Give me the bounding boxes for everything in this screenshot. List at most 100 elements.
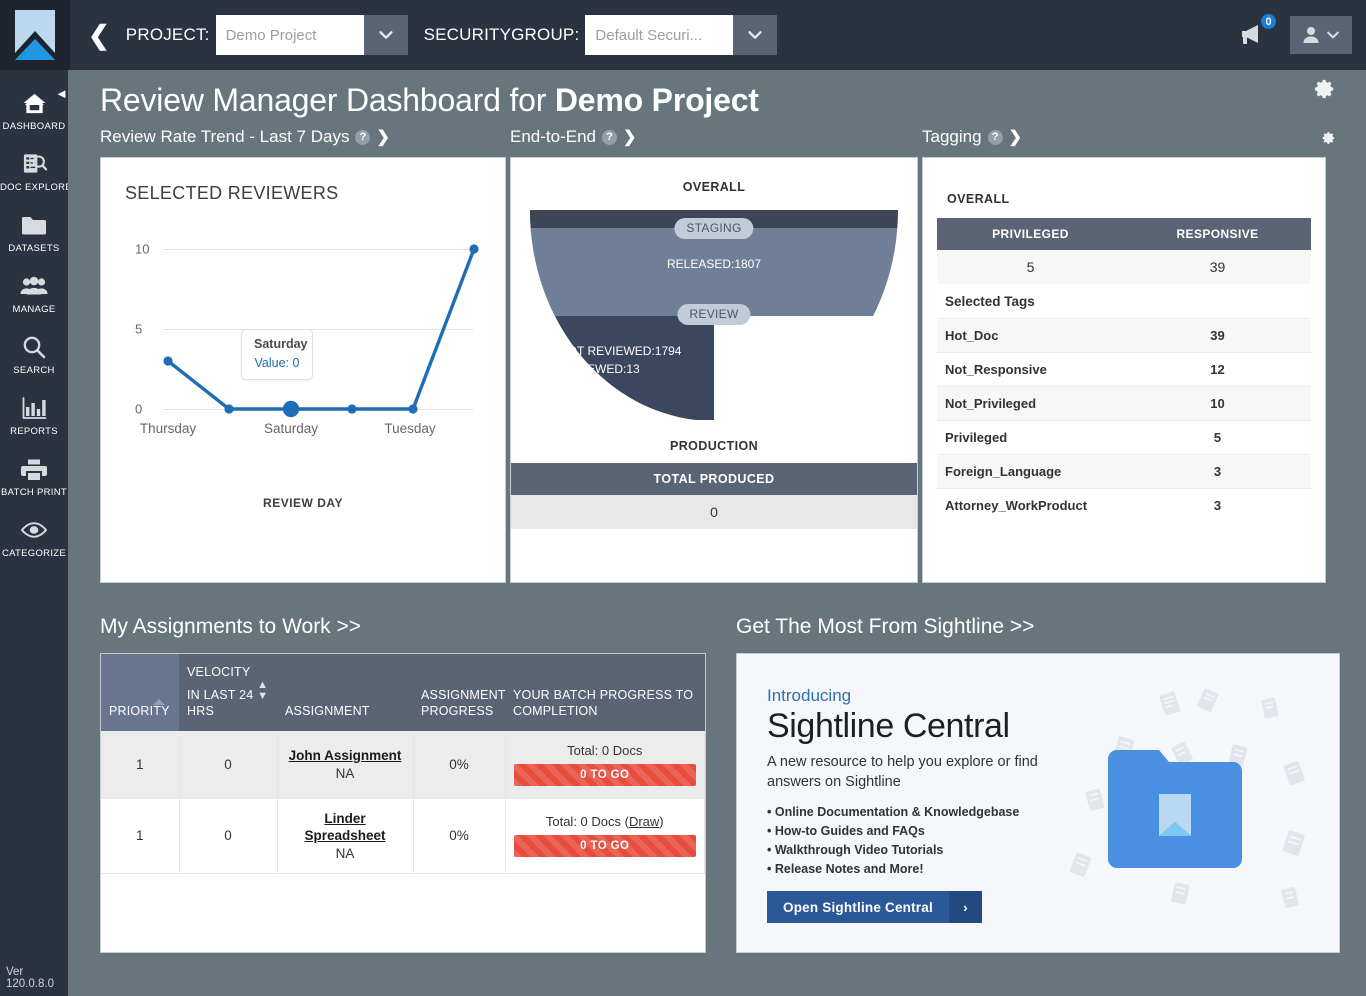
tag-name: Hot_Doc: [937, 318, 1124, 353]
panel-title: Tagging: [922, 127, 982, 146]
open-sightline-central-button[interactable]: Open Sightline Central ›: [767, 891, 982, 923]
tooltip-value: Value: 0: [254, 356, 300, 370]
securitygroup-dropdown-chevron-down-icon[interactable]: [733, 15, 778, 55]
x-axis-tick: Tuesday: [384, 421, 436, 436]
app-logo[interactable]: [0, 0, 70, 70]
priority-value: 1: [101, 798, 180, 874]
column-header-assignment[interactable]: ASSIGNMENT: [277, 654, 413, 731]
securitygroup-selector[interactable]: [585, 15, 778, 55]
sidebar-item-label: DOC EXPLORER: [0, 182, 80, 193]
tag-count: 3: [1124, 488, 1311, 522]
reviewed-value: REVIEWED:13: [559, 362, 640, 376]
blue-folder-bookmark-icon: [1069, 688, 1305, 909]
tag-name: Not_Privileged: [937, 386, 1124, 421]
back-button[interactable]: ❮: [88, 22, 110, 48]
privileged-value: PRIVILEGED: 5: [730, 362, 816, 376]
assignments-card: PRIORITY VELOCITY IN LAST 24 ▲ ▼ HRS ASSI…: [100, 653, 706, 953]
panel-title: Review Rate Trend - Last 7 Days: [100, 127, 350, 146]
sidebar-item-label: BATCH PRINT: [1, 487, 67, 498]
assignment-link[interactable]: John Assignment: [289, 748, 402, 765]
end-to-end-funnel: STAGING RELEASED:1807 REVIEW NOT REVIEWE…: [530, 210, 898, 421]
expand-chevron-right-icon[interactable]: ❯: [376, 127, 389, 147]
draw-link[interactable]: Draw: [629, 814, 659, 829]
eye-icon: [0, 517, 68, 543]
help-icon[interactable]: ?: [602, 129, 617, 145]
assignment-link[interactable]: Linder Spreadsheet: [286, 811, 405, 845]
production-label: PRODUCTION: [669, 439, 759, 453]
promo-title: Sightline Central: [767, 707, 1010, 745]
sidebar-item-doc-explorer[interactable]: DOC EXPLORER: [0, 141, 80, 202]
users-icon: [0, 273, 68, 299]
page-title-prefix: Review Manager Dashboard for: [100, 82, 555, 118]
assignment-progress-value: 0%: [413, 731, 506, 799]
batch-togo-badge[interactable]: 0 TO GO: [513, 835, 696, 858]
sidebar-collapse-chevron-left-icon[interactable]: ◄: [55, 86, 68, 101]
batch-total-text: Total: 0 Docs (: [545, 814, 629, 830]
batch-progress-cell: Total: 0 Docs (Draw) 0 TO GO: [505, 798, 705, 874]
sidebar-item-reports[interactable]: REPORTS: [0, 385, 68, 446]
batch-total-label: Total: 0 Docs: [567, 743, 643, 758]
assignment-sub: NA: [335, 845, 355, 861]
column-header-responsive[interactable]: RESPONSIVE: [1124, 218, 1311, 250]
sidebar-item-categorize[interactable]: CATEGORIZE: [0, 507, 68, 568]
velocity-line1: VELOCITY: [187, 665, 251, 679]
column-header-assignment-progress[interactable]: ASSIGNMENT PROGRESS: [413, 654, 505, 731]
project-input[interactable]: [215, 15, 364, 55]
sidebar-item-datasets[interactable]: DATASETS: [0, 202, 68, 263]
selected-tags-label: Selected Tags: [945, 294, 1035, 309]
assignment-cell: John Assignment NA: [277, 731, 414, 799]
user-menu-button[interactable]: [1290, 16, 1352, 54]
folder-icon: [0, 212, 68, 238]
table-row: 5 39: [937, 250, 1311, 284]
help-icon[interactable]: ?: [355, 129, 371, 145]
sidebar-item-batch-print[interactable]: BATCH PRINT: [0, 446, 68, 507]
sidebar-item-label: DATASETS: [8, 243, 60, 254]
notifications-button[interactable]: 0: [1238, 12, 1278, 50]
column-header-priority[interactable]: PRIORITY: [101, 654, 179, 731]
column-header-privileged[interactable]: PRIVILEGED: [937, 218, 1124, 250]
end-to-end-card: OVERALL STAGING RELEASED:1807 REVIEW NOT…: [510, 157, 918, 583]
tag-name: Attorney_WorkProduct: [937, 488, 1124, 522]
tagging-settings-button[interactable]: [1322, 131, 1336, 150]
project-selector[interactable]: [215, 15, 408, 55]
assignments-heading[interactable]: My Assignments to Work >>: [100, 615, 361, 639]
tag-count: 39: [1124, 318, 1311, 353]
e2e-overall-label: OVERALL: [682, 180, 746, 194]
expand-chevron-right-icon[interactable]: ❯: [1009, 127, 1022, 147]
batch-progress-line1: YOUR BATCH PROGRESS TO: [513, 688, 694, 702]
help-icon[interactable]: ?: [987, 129, 1003, 145]
table-header-row: PRIORITY VELOCITY IN LAST 24 ▲ ▼ HRS ASSI…: [101, 654, 705, 731]
top-bar: ❮ PROJECT: SECURITYGROUP: 0: [0, 0, 1366, 70]
sidebar-item-manage[interactable]: MANAGE: [0, 263, 68, 324]
batch-togo-badge[interactable]: 0 TO GO: [513, 764, 696, 786]
promo-heading[interactable]: Get The Most From Sightline >>: [736, 615, 1034, 639]
user-chevron-down-icon: [1327, 31, 1339, 39]
expand-chevron-right-icon[interactable]: ❯: [623, 127, 636, 147]
assignment-cell: Linder Spreadsheet NA: [277, 798, 414, 874]
securitygroup-input[interactable]: [585, 15, 734, 55]
page-title-project: Demo Project: [554, 82, 759, 118]
open-sightline-central-label: Open Sightline Central: [767, 891, 949, 923]
velocity-value: 0: [179, 731, 278, 799]
sidebar-item-label: SEARCH: [13, 365, 55, 376]
panel-header-review-rate-trend: Review Rate Trend - Last 7 Days ? ❯: [100, 127, 390, 147]
sidebar-item-label: REPORTS: [10, 426, 58, 437]
sidebar-item-label: DASHBOARD: [2, 121, 66, 132]
panel-title: End-to-End: [510, 127, 596, 146]
project-dropdown-chevron-down-icon[interactable]: [363, 15, 408, 55]
sidebar-item-search[interactable]: SEARCH: [0, 324, 68, 385]
tag-count: 5: [1124, 420, 1311, 455]
sightline-central-promo-card: Introducing Sightline Central A new reso…: [736, 653, 1340, 953]
list-item: • How-to Guides and FAQs: [767, 824, 925, 839]
velocity-line2: IN LAST 24: [187, 688, 254, 702]
assignment-progress-line2: PROGRESS: [421, 704, 494, 718]
column-header-velocity[interactable]: VELOCITY IN LAST 24 ▲ ▼ HRS: [179, 654, 277, 731]
tag-name: Foreign_Language: [937, 454, 1124, 489]
tag-count: 10: [1124, 386, 1311, 421]
column-header-batch-progress[interactable]: YOUR BATCH PROGRESS TO COMPLETION: [505, 654, 705, 731]
sort-toggle-icon[interactable]: ▲ ▼: [257, 680, 268, 702]
batch-total-end: ): [659, 814, 664, 830]
staging-pill: STAGING: [674, 218, 754, 239]
tag-name: Privileged: [937, 420, 1124, 455]
dashboard-settings-button[interactable]: [1314, 78, 1336, 105]
